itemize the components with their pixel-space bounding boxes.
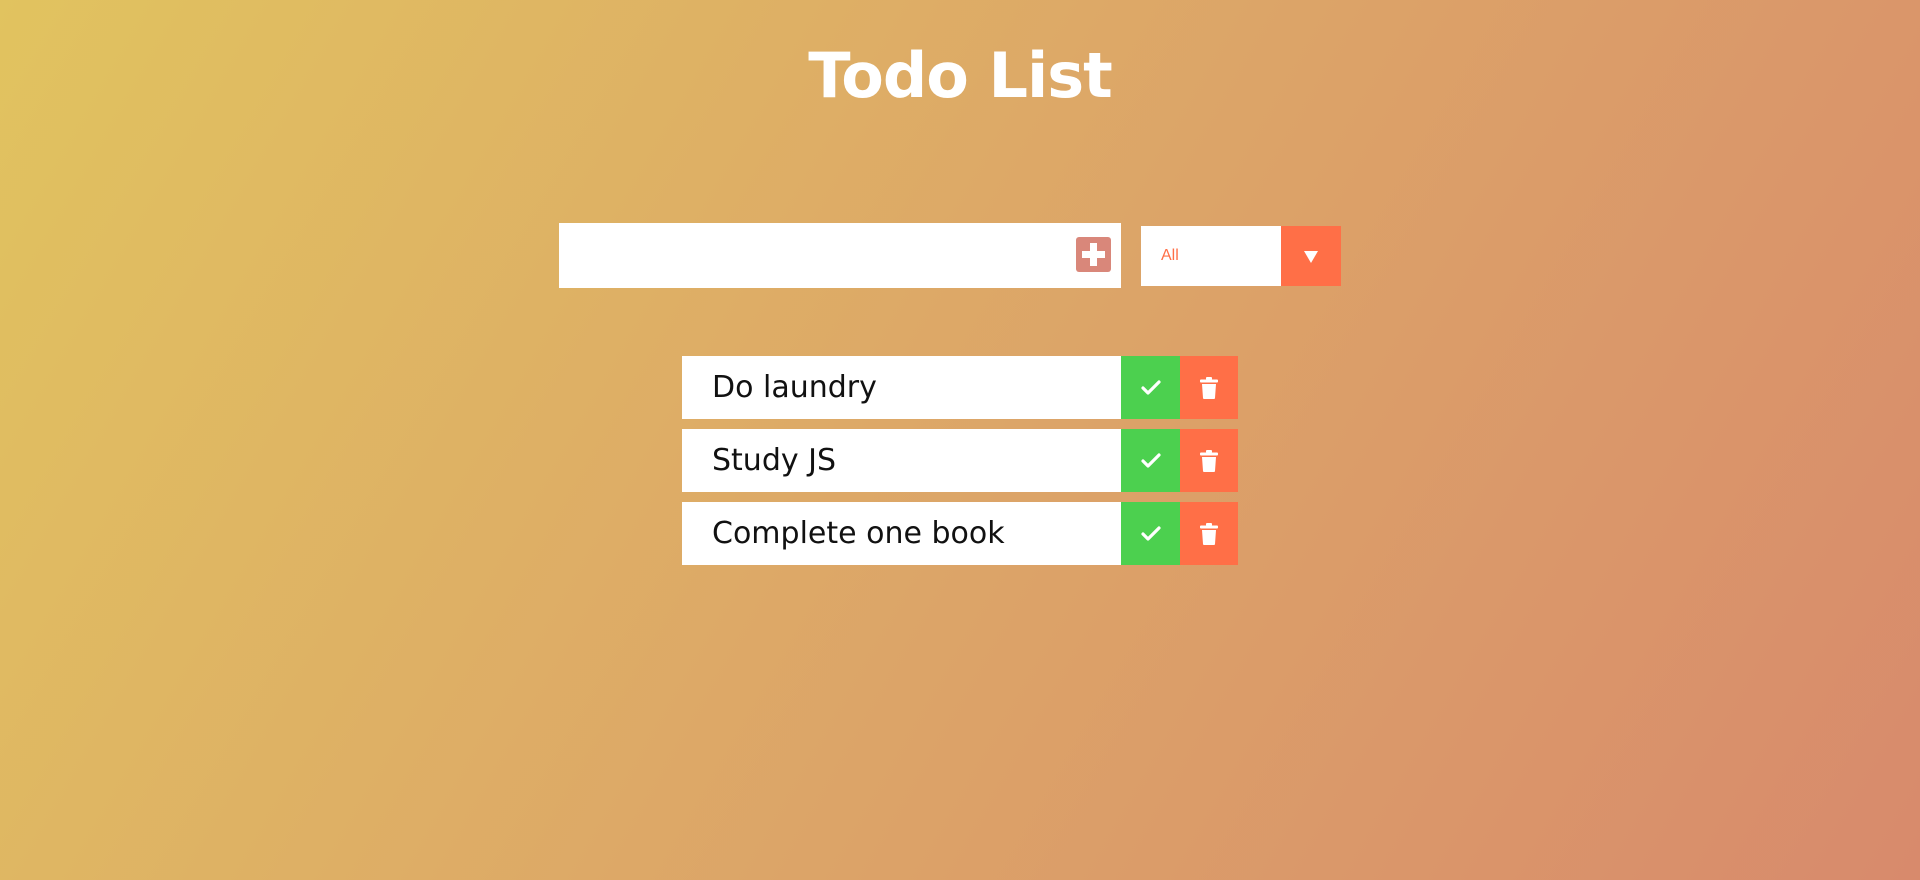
trash-icon	[1200, 522, 1218, 545]
filter-selected-value: All	[1161, 247, 1179, 264]
check-icon	[1140, 452, 1161, 468]
trash-icon	[1200, 449, 1218, 472]
plus-icon	[1082, 243, 1105, 266]
delete-button[interactable]	[1180, 429, 1238, 492]
add-todo-button[interactable]	[1076, 237, 1111, 272]
page-title: Todo List	[808, 39, 1113, 112]
complete-button[interactable]	[1121, 356, 1180, 419]
todo-input[interactable]	[559, 223, 1059, 288]
check-icon	[1140, 379, 1161, 395]
filter-dropdown-button[interactable]	[1281, 226, 1341, 286]
complete-button[interactable]	[1121, 429, 1180, 492]
todo-item: Complete one book	[682, 502, 1238, 565]
caret-down-icon	[1304, 251, 1318, 263]
todo-text: Complete one book	[712, 516, 1005, 551]
delete-button[interactable]	[1180, 502, 1238, 565]
todo-form	[559, 223, 1121, 288]
delete-button[interactable]	[1180, 356, 1238, 419]
todo-item: Study JS	[682, 429, 1238, 492]
todo-text: Study JS	[712, 443, 837, 478]
check-icon	[1140, 525, 1161, 541]
trash-icon	[1200, 376, 1218, 399]
filter-select[interactable]: All	[1141, 226, 1341, 286]
todo-list: Do laundry Study JS Complete one book	[682, 356, 1238, 575]
todo-item: Do laundry	[682, 356, 1238, 419]
complete-button[interactable]	[1121, 502, 1180, 565]
todo-text: Do laundry	[712, 370, 877, 405]
